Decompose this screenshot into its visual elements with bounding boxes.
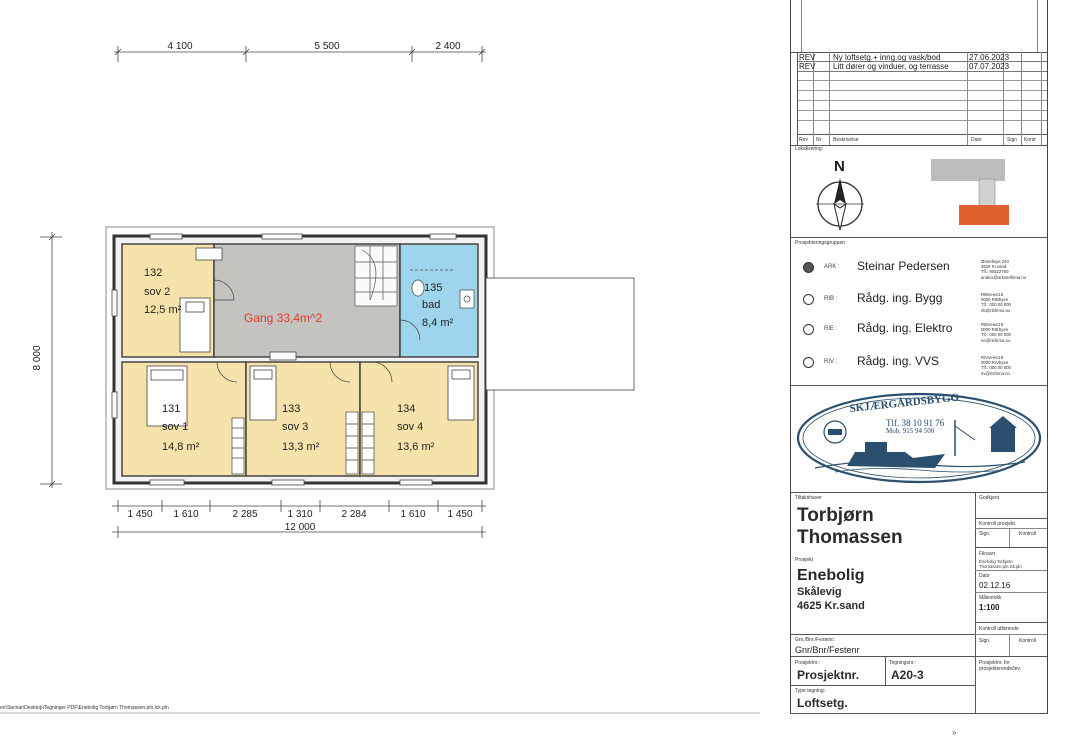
room-131-name: sov 1 bbox=[162, 421, 188, 433]
gang-label: Gang 33,4m^2 bbox=[244, 311, 323, 325]
ark-name: Steinar Pedersen bbox=[857, 259, 950, 273]
rib-name: Rådg. ing. Bygg bbox=[857, 291, 943, 305]
type-value: Loftsetg. bbox=[797, 696, 848, 710]
bottom-dim-2: 1 610 bbox=[173, 509, 198, 520]
rie-radio[interactable] bbox=[803, 324, 814, 335]
title-block: REV Ny loftsetg.+ inng.og vask/bod 27.06… bbox=[790, 0, 1048, 714]
owner-first: Torbjørn bbox=[797, 505, 874, 526]
rev-header-sign: Sign bbox=[1007, 137, 1018, 143]
rib-radio[interactable] bbox=[803, 294, 814, 305]
ark-code: ARK : bbox=[824, 264, 840, 270]
filnavn-label: Filnavn bbox=[979, 551, 996, 557]
room-134-name: sov 4 bbox=[397, 421, 423, 433]
owner-last: Thomassen bbox=[797, 527, 903, 548]
ark-info: Østeråsye 240 4625 Kr.sand Tlf.: 90522760 a… bbox=[981, 259, 1027, 280]
room-133-number: 133 bbox=[282, 403, 300, 415]
sign-label: Sign. bbox=[979, 531, 991, 537]
bottom-dim-6: 1 610 bbox=[400, 509, 425, 520]
footer-mark: » bbox=[952, 728, 957, 737]
owner-label: Tiltakshaver bbox=[795, 495, 822, 501]
room-132-area: 12,5 m² bbox=[144, 304, 182, 316]
total-width-dim: 12 000 bbox=[285, 522, 316, 533]
project-place: Skålevig bbox=[797, 586, 842, 598]
prosjektnr-for-label: Prosjektnr. for prosjekterende/lev. bbox=[979, 660, 1021, 672]
riv-radio[interactable] bbox=[803, 357, 814, 368]
room-134-number: 134 bbox=[397, 403, 415, 415]
kontroll-label: Kontroll bbox=[1019, 531, 1036, 537]
dato-value: 02.12.16 bbox=[979, 581, 1011, 590]
tegningsnr-value: A20-3 bbox=[891, 668, 924, 682]
room-131-number: 131 bbox=[162, 403, 180, 415]
godkjent-label: Godkjent bbox=[979, 495, 1000, 501]
floor-plan: 4 100 5 500 2 400 8 000 132 sov 2 12,5 m… bbox=[0, 41, 760, 714]
top-dim-1: 4 100 bbox=[167, 41, 192, 52]
prosjektnr-label: Prosjektnr.: bbox=[795, 660, 821, 666]
room-133-name: sov 3 bbox=[282, 421, 308, 433]
room-134-area: 13,6 m² bbox=[397, 441, 435, 453]
bottom-dim-7: 1 450 bbox=[447, 509, 472, 520]
room-132-number: 132 bbox=[144, 267, 162, 279]
rev-header-desc: Beskrivelse bbox=[833, 137, 859, 143]
rev-header-date: Dato bbox=[971, 137, 982, 143]
logo-mob: Mob. 915 94 500 bbox=[886, 427, 935, 435]
rev-header-kontr: Kontr bbox=[1024, 137, 1036, 143]
rie-info: RIEveien18 0000 RIEbyen Tlf.: 000 00 000 ri… bbox=[981, 322, 1011, 343]
staircase bbox=[354, 245, 398, 307]
project-label: Prosjekt bbox=[795, 557, 814, 563]
bottom-dim-1: 1 450 bbox=[127, 509, 152, 520]
location-label: Lokalisering: bbox=[795, 146, 824, 152]
room-135-area: 8,4 m² bbox=[422, 317, 454, 329]
room-135-number: 135 bbox=[424, 282, 442, 294]
site-location-map bbox=[931, 159, 1009, 225]
room-135-name: bad bbox=[422, 299, 440, 311]
north-arrow-icon bbox=[816, 178, 864, 231]
malestokk-label: Målestokk bbox=[979, 595, 1002, 601]
riv-name: Rådg. ing. VVS bbox=[857, 354, 940, 368]
bottom-dim-3: 2 285 bbox=[232, 509, 257, 520]
room-133-area: 13,3 m² bbox=[282, 441, 320, 453]
rie-code: RIE : bbox=[824, 326, 838, 332]
terrace bbox=[485, 277, 635, 391]
rev-2-text: Litt dører og vinduer, og terrasse bbox=[833, 62, 949, 71]
riv-code: RIV : bbox=[824, 359, 838, 365]
rev-2-date: 07.07.2023 bbox=[969, 62, 1010, 71]
project-title: Enebolig bbox=[797, 567, 865, 584]
rev-1-code: REV bbox=[799, 53, 816, 62]
room-132-name: sov 2 bbox=[144, 286, 170, 298]
kontroll2-label: Kontroll bbox=[1019, 638, 1036, 644]
north-label: N bbox=[834, 158, 845, 175]
rev-2-code: REV bbox=[799, 62, 816, 71]
bottom-dim-5: 2 284 bbox=[341, 509, 366, 520]
rie-name: Rådg. ing. Elektro bbox=[857, 321, 953, 335]
kontroll-utforende-label: Kontroll utførende bbox=[979, 626, 1019, 632]
room-131-area: 14,8 m² bbox=[162, 441, 200, 453]
tegningsnr-label: Tegningsnr.: bbox=[889, 660, 916, 666]
rev-1-text: Ny loftsetg.+ inng.og vask/bod bbox=[833, 53, 941, 62]
top-dim-3: 2 400 bbox=[435, 41, 460, 52]
top-dim-2: 5 500 bbox=[314, 41, 339, 52]
filnavn-value-2: Thomassen.pln.lck.pln bbox=[979, 564, 1022, 569]
sign2-label: Sign. bbox=[979, 638, 991, 644]
bottom-dim-4: 1 310 bbox=[287, 509, 312, 520]
project-postal: 4625 Kr.sand bbox=[797, 600, 865, 612]
gnr-label: Gnr./Bnr./Festenr.: bbox=[795, 637, 836, 643]
gnr-value: Gnr/Bnr/Festenr bbox=[795, 645, 860, 655]
file-path: en\Steinar\Desktop\Tegninger PDF\Eneboli… bbox=[0, 705, 169, 711]
rib-code: RIB : bbox=[824, 296, 838, 302]
height-dimension-line bbox=[40, 232, 62, 488]
rev-1-date: 27.06.2023 bbox=[969, 53, 1010, 62]
riv-info: RIVveien18 0000 RIVbyen Tlf.: 000 00 000 ri… bbox=[981, 355, 1011, 376]
type-label: Type tegning: bbox=[795, 688, 826, 694]
rev-header-nr: Nr bbox=[816, 137, 822, 143]
prosjektnr-value: Prosjektnr. bbox=[797, 668, 860, 682]
group-label: Prosjekteringsgruppen bbox=[795, 240, 846, 246]
dato-label: Dato bbox=[979, 573, 990, 579]
height-dim: 8 000 bbox=[32, 345, 43, 370]
rev-header-rev: Rev bbox=[799, 137, 808, 143]
kontroll-prosjekt-label: Kontroll prosjekt. bbox=[979, 521, 1017, 527]
rib-info: RIBveien18 0000 RIBbyen Tlf.: 000 00 000 ri… bbox=[981, 292, 1011, 313]
malestokk-value: 1:100 bbox=[979, 603, 1000, 612]
ark-radio[interactable] bbox=[803, 262, 814, 273]
